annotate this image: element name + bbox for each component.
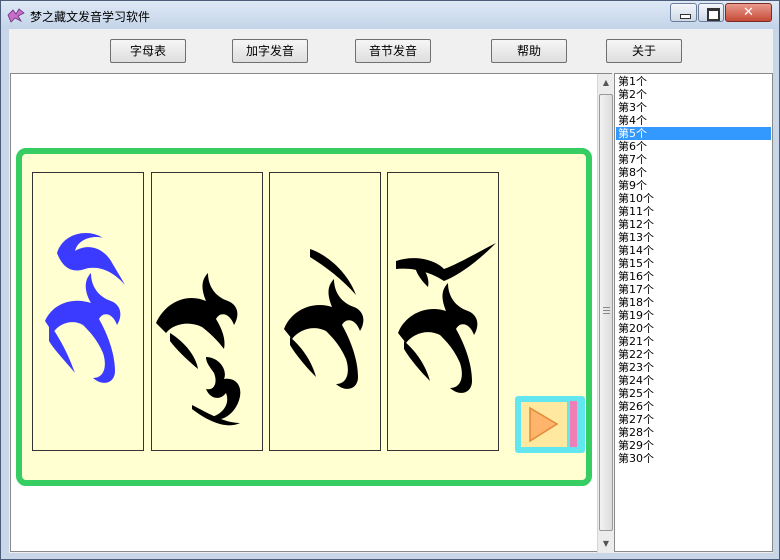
vertical-scrollbar[interactable]: ▲ ▼ xyxy=(597,74,613,553)
list-item[interactable]: 第22个 xyxy=(616,348,771,361)
list-item[interactable]: 第12个 xyxy=(616,218,771,231)
list-item[interactable]: 第30个 xyxy=(616,452,771,465)
list-item[interactable]: 第16个 xyxy=(616,270,771,283)
syllable-panel xyxy=(16,148,592,486)
maximize-button[interactable] xyxy=(698,3,724,22)
list-item[interactable]: 第11个 xyxy=(616,205,771,218)
list-item[interactable]: 第5个 xyxy=(616,127,771,140)
list-item[interactable]: 第26个 xyxy=(616,400,771,413)
scroll-down-icon[interactable]: ▼ xyxy=(598,535,614,552)
letter-box-4[interactable] xyxy=(387,172,499,451)
pause-bar-icon xyxy=(570,401,577,447)
syllable-pronunciation-button[interactable]: 音节发音 xyxy=(355,39,431,63)
play-area xyxy=(521,402,567,447)
grip-icon xyxy=(603,307,610,314)
play-button[interactable] xyxy=(515,396,585,453)
syllable-view[interactable]: ▲ ▼ xyxy=(10,73,613,553)
syllable-list[interactable]: 第1个 第2个 第3个 第4个 第5个 第6个 第7个 第8个 第9个 第10个 第11个 第12个第… xyxy=(614,73,773,552)
title-bar[interactable]: 梦之藏文发音学习软件 ✕ xyxy=(1,1,779,29)
app-window: 梦之藏文发音学习软件 ✕ 字母表 加字发音 音节发音 帮助 关于 ▲ ▼ 第1个… xyxy=(0,0,780,560)
list-item[interactable]: 第24个 xyxy=(616,374,771,387)
list-item[interactable]: 第8个 xyxy=(616,166,771,179)
close-button[interactable]: ✕ xyxy=(725,3,772,22)
affix-pronunciation-button[interactable]: 加字发音 xyxy=(232,39,308,63)
list-item[interactable]: 第27个 xyxy=(616,413,771,426)
list-item[interactable]: 第20个 xyxy=(616,322,771,335)
tibetan-letter-glyph xyxy=(284,249,364,389)
letter-box-2[interactable] xyxy=(151,172,263,451)
help-button[interactable]: 帮助 xyxy=(491,39,567,63)
window-title: 梦之藏文发音学习软件 xyxy=(30,10,151,24)
list-item[interactable]: 第4个 xyxy=(616,114,771,127)
list-item[interactable]: 第21个 xyxy=(616,335,771,348)
list-item[interactable]: 第18个 xyxy=(616,296,771,309)
close-icon: ✕ xyxy=(743,5,754,20)
tibetan-letter-glyph xyxy=(156,273,241,426)
list-item[interactable]: 第15个 xyxy=(616,257,771,270)
minimize-button[interactable] xyxy=(670,3,697,22)
alphabet-button[interactable]: 字母表 xyxy=(110,39,186,63)
app-icon xyxy=(7,8,25,23)
tibetan-letter-glyph xyxy=(396,243,496,393)
tibetan-letter-glyph xyxy=(45,233,125,383)
list-item[interactable]: 第6个 xyxy=(616,140,771,153)
scroll-up-icon[interactable]: ▲ xyxy=(598,74,614,91)
list-item[interactable]: 第25个 xyxy=(616,387,771,400)
letter-box-1[interactable] xyxy=(32,172,144,451)
letter-box-3[interactable] xyxy=(269,172,381,451)
list-item[interactable]: 第28个 xyxy=(616,426,771,439)
list-item[interactable]: 第17个 xyxy=(616,283,771,296)
list-item[interactable]: 第3个 xyxy=(616,101,771,114)
list-item[interactable]: 第14个 xyxy=(616,244,771,257)
list-item[interactable]: 第7个 xyxy=(616,153,771,166)
list-item[interactable]: 第10个 xyxy=(616,192,771,205)
list-item[interactable]: 第1个 xyxy=(616,75,771,88)
client-area: 字母表 加字发音 音节发音 帮助 关于 ▲ ▼ 第1个 第2个 第3个 第4个 … xyxy=(9,29,773,553)
list-item[interactable]: 第2个 xyxy=(616,88,771,101)
about-button[interactable]: 关于 xyxy=(606,39,682,63)
list-item[interactable]: 第9个 xyxy=(616,179,771,192)
play-icon xyxy=(529,406,559,443)
list-item[interactable]: 第23个 xyxy=(616,361,771,374)
list-item[interactable]: 第13个 xyxy=(616,231,771,244)
scroll-thumb[interactable] xyxy=(599,94,613,531)
list-item[interactable]: 第29个 xyxy=(616,439,771,452)
list-item[interactable]: 第19个 xyxy=(616,309,771,322)
